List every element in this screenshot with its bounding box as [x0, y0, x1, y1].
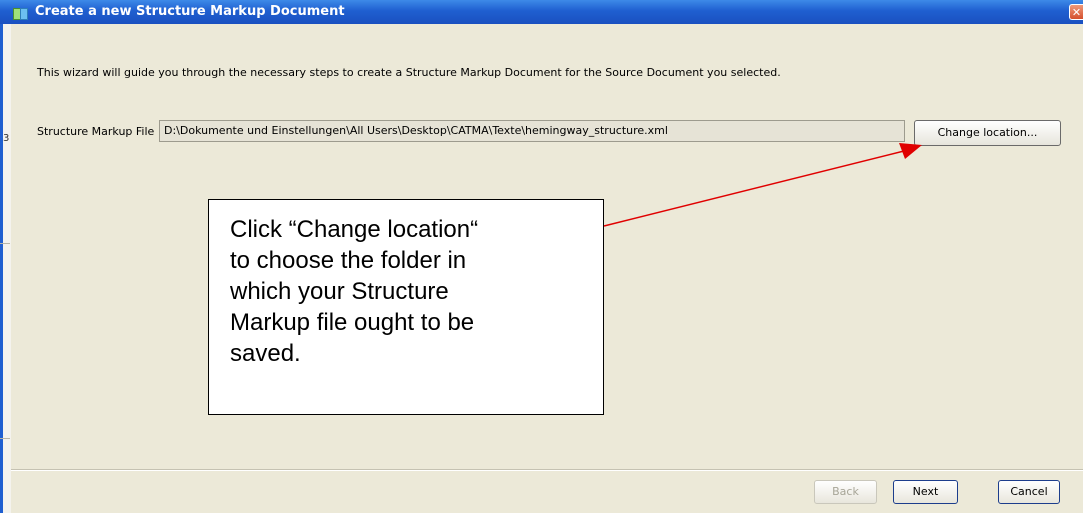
- structure-markup-file-field[interactable]: D:\Dokumente und Einstellungen\All Users…: [159, 120, 905, 142]
- callout-line: saved.: [230, 340, 301, 367]
- catma-icon: [13, 5, 28, 20]
- background-text: 3: [3, 133, 10, 144]
- window-title: Create a new Structure Markup Document: [35, 4, 345, 19]
- back-button[interactable]: Back: [814, 480, 877, 504]
- title-bar: Create a new Structure Markup Document ✕: [0, 0, 1083, 24]
- change-location-button[interactable]: Change location...: [914, 120, 1061, 146]
- background-divider: [0, 243, 10, 244]
- callout-line: Markup file ought to be: [230, 309, 475, 336]
- next-button[interactable]: Next: [893, 480, 958, 504]
- close-button[interactable]: ✕: [1069, 4, 1083, 20]
- background-divider: [0, 438, 10, 439]
- window-border: [0, 24, 3, 513]
- callout-line: to choose the folder in: [230, 247, 467, 274]
- cancel-button[interactable]: Cancel: [998, 480, 1060, 504]
- button-bar-divider: [11, 469, 1083, 471]
- callout-line: Click “Change location“: [230, 216, 479, 243]
- structure-markup-file-label: Structure Markup File: [37, 125, 155, 138]
- instruction-callout: Click “Change location“ to choose the fo…: [208, 199, 604, 415]
- intro-text: This wizard will guide you through the n…: [37, 66, 781, 79]
- callout-line: which your Structure: [230, 278, 449, 305]
